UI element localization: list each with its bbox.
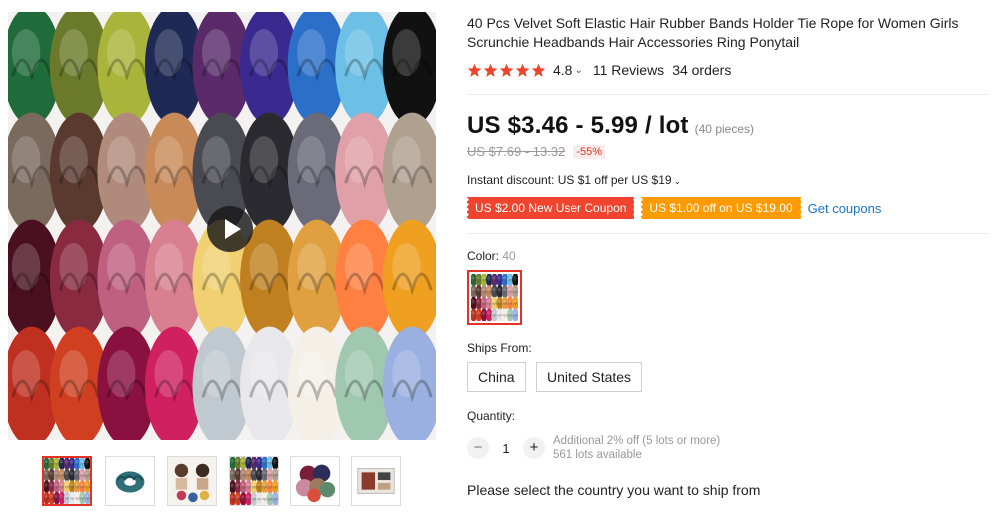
product-title: 40 Pcs Velvet Soft Elastic Hair Rubber B… (467, 15, 959, 50)
rating-value[interactable]: 4.8 (553, 62, 572, 78)
orders-count: 34 orders (672, 62, 732, 78)
reviews-link[interactable]: 11 Reviews (593, 62, 664, 78)
store-coupon[interactable]: US $1.00 off on US $19.00 (641, 197, 801, 219)
video-play-button[interactable] (207, 206, 253, 252)
product-info-panel: 40 Pcs Velvet Soft Elastic Hair Rubber B… (467, 0, 992, 514)
star-icon (515, 63, 530, 77)
get-coupons-link[interactable]: Get coupons (808, 201, 882, 216)
thumbnail-strip (42, 456, 412, 510)
star-rating (467, 63, 546, 78)
star-icon (483, 63, 498, 77)
color-option-40[interactable] (467, 270, 522, 325)
thumbnail-3[interactable] (167, 456, 217, 506)
ship-from-china-button[interactable]: China (467, 362, 526, 392)
star-icon (467, 63, 482, 77)
thumbnail-5[interactable] (290, 456, 340, 506)
quantity-stepper: − 1 + Additional 2% off (5 lots or more)… (467, 434, 720, 462)
quantity-input[interactable]: 1 (489, 441, 523, 456)
star-icon (499, 63, 514, 77)
discount-badge: -55% (573, 144, 605, 159)
lots-available: 561 lots available (553, 449, 642, 461)
play-icon (225, 219, 241, 239)
star-icon (531, 63, 546, 77)
price: US $3.46 - 5.99 / lot (467, 112, 689, 139)
color-label: Color: 40 (467, 249, 516, 263)
thumbnail-1[interactable] (42, 456, 92, 506)
instant-discount-text: Instant discount: US $1 off per US $19 (467, 173, 672, 187)
original-price-row: US $7.69 - 13.32 -55% (467, 144, 605, 159)
price-row: US $3.46 - 5.99 / lot (40 pieces) (467, 112, 754, 140)
ship-from-united-states-button[interactable]: United States (536, 362, 643, 392)
color-label-text: Color: (467, 249, 500, 263)
pieces-per-lot: (40 pieces) (694, 122, 755, 136)
package-thumbnail (352, 457, 400, 505)
color-selected-value: 40 (502, 249, 516, 263)
chevron-down-icon[interactable]: ⌄ (574, 65, 582, 76)
main-product-image[interactable] (8, 12, 436, 440)
ships-from-label: Ships From: (467, 341, 532, 355)
model-wearing-thumbnail (168, 457, 216, 505)
single-scrunchie-thumbnail (106, 457, 154, 505)
bulk-discount-note: Additional 2% off (5 lots or more) (553, 435, 721, 447)
divider (467, 233, 989, 234)
ship-country-prompt: Please select the country you want to sh… (467, 482, 761, 498)
thumbnail-2[interactable] (105, 456, 155, 506)
quantity-label: Quantity: (467, 409, 516, 423)
thumbnail-6[interactable] (351, 456, 401, 506)
decrease-quantity-button[interactable]: − (467, 437, 489, 459)
thumbnail-4[interactable] (229, 456, 279, 506)
rating-row: 4.8 ⌄ 11 Reviews 34 orders (467, 60, 731, 80)
quantity-notes: Additional 2% off (5 lots or more) 561 l… (553, 434, 720, 462)
scrunchie-grid-thumbnail (44, 458, 90, 504)
scrunchie-pile-thumbnail (291, 457, 339, 505)
chevron-down-icon: ⌄ (673, 176, 682, 186)
original-price: US $7.69 - 13.32 (467, 144, 566, 159)
scrunchie-grid-thumbnail (230, 457, 278, 505)
divider (467, 94, 989, 95)
increase-quantity-button[interactable]: + (523, 437, 545, 459)
coupon-row: US $2.00 New User Coupon US $1.00 off on… (467, 196, 881, 220)
instant-discount[interactable]: Instant discount: US $1 off per US $19 ⌄ (467, 173, 681, 187)
scrunchie-grid-swatch (471, 274, 518, 321)
new-user-coupon[interactable]: US $2.00 New User Coupon (467, 197, 635, 219)
